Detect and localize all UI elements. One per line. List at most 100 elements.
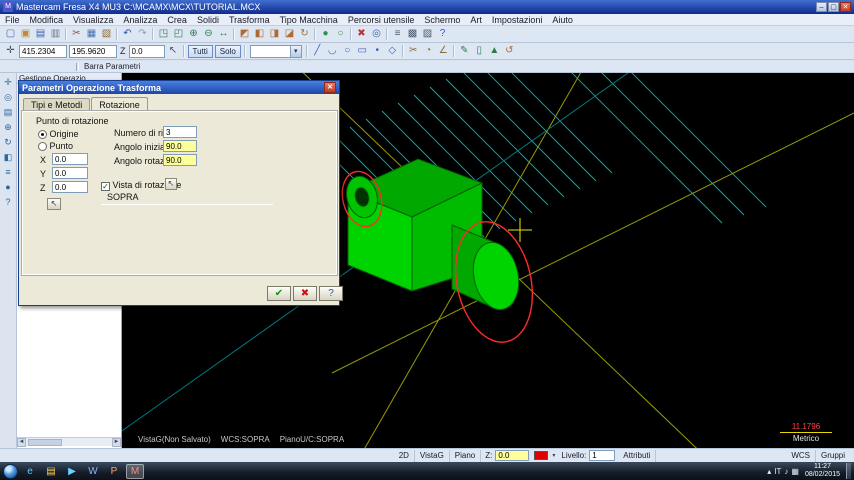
paste-icon[interactable]: ▧ bbox=[99, 27, 114, 41]
menu-item[interactable]: Aiuto bbox=[547, 14, 578, 26]
tray-volume-icon[interactable]: ♪ bbox=[784, 467, 788, 476]
rotate-view-icon[interactable]: ↻ bbox=[297, 27, 312, 41]
color-swatch[interactable] bbox=[534, 451, 549, 460]
repeat-count-input[interactable] bbox=[163, 126, 197, 138]
wcs-button[interactable]: WCS bbox=[786, 449, 816, 462]
select-all-button[interactable]: Tutti bbox=[187, 44, 213, 58]
dialog-title-bar[interactable]: Parametri Operazione Trasforma ✕ bbox=[19, 81, 339, 94]
arc-icon[interactable]: ◡ bbox=[325, 44, 340, 58]
views-strip-icon[interactable]: ◧ bbox=[2, 151, 15, 163]
x-input[interactable] bbox=[52, 153, 88, 165]
new-file-icon[interactable]: ▢ bbox=[3, 27, 18, 41]
gview-front-icon[interactable]: ◨ bbox=[267, 27, 282, 41]
menu-item[interactable]: Trasforma bbox=[224, 14, 275, 26]
grid-icon[interactable]: ▩ bbox=[405, 27, 420, 41]
taskbar-powerpoint-icon[interactable]: P bbox=[105, 464, 123, 479]
plane-button[interactable]: Piano bbox=[450, 449, 482, 462]
print-icon[interactable]: ▥ bbox=[48, 27, 63, 41]
menu-item[interactable]: Art bbox=[465, 14, 487, 26]
gview-side-icon[interactable]: ◪ bbox=[282, 27, 297, 41]
menu-item[interactable]: Crea bbox=[162, 14, 192, 26]
tab-rotation[interactable]: Rotazione bbox=[91, 97, 148, 111]
levels-icon[interactable]: ≡ bbox=[390, 27, 405, 41]
tray-expand-icon[interactable]: ▴ bbox=[767, 467, 771, 476]
help-button[interactable]: ? bbox=[319, 286, 343, 301]
help-strip-icon[interactable]: ? bbox=[2, 196, 15, 208]
file-strip-icon[interactable]: ▤ bbox=[2, 106, 15, 118]
polygon-icon[interactable]: ◇ bbox=[385, 44, 400, 58]
toolbar-grip[interactable] bbox=[76, 63, 79, 71]
z-depth-input[interactable] bbox=[495, 450, 530, 461]
y-input[interactable] bbox=[52, 167, 88, 179]
taskbar-media-icon[interactable]: ▶ bbox=[63, 464, 81, 479]
chamfer-icon[interactable]: ∠ bbox=[436, 44, 451, 58]
redo-icon[interactable]: ↷ bbox=[135, 27, 150, 41]
taskbar-mastercam-icon[interactable]: M bbox=[126, 463, 144, 479]
menu-item[interactable]: Modifica bbox=[25, 14, 69, 26]
taskbar-word-icon[interactable]: W bbox=[84, 464, 102, 479]
gui-select-icon[interactable]: ↖ bbox=[166, 44, 181, 58]
menu-item[interactable]: Impostazioni bbox=[487, 14, 548, 26]
circle-icon[interactable]: ○ bbox=[340, 44, 355, 58]
select-only-button[interactable]: Solo bbox=[214, 44, 241, 58]
groups-button[interactable]: Gruppi bbox=[816, 450, 850, 462]
save-icon[interactable]: ▤ bbox=[33, 27, 48, 41]
pan-icon[interactable]: ↔ bbox=[216, 27, 231, 41]
language-indicator[interactable]: IT bbox=[774, 467, 781, 476]
sketch-icon[interactable]: ✎ bbox=[457, 44, 472, 58]
menu-item[interactable]: Schermo bbox=[419, 14, 465, 26]
close-button[interactable]: ✕ bbox=[840, 2, 851, 12]
delete-icon[interactable]: ✖ bbox=[354, 27, 369, 41]
mru-functions-icon[interactable]: ✛ bbox=[2, 76, 15, 88]
x-coordinate-input[interactable] bbox=[19, 44, 67, 58]
attributes-button[interactable]: Attributi bbox=[618, 449, 657, 462]
trim-icon[interactable]: ✂ bbox=[406, 44, 421, 58]
select-point-button[interactable]: ↖ bbox=[47, 198, 61, 210]
gview-button[interactable]: VistaG bbox=[415, 449, 450, 462]
repaint-icon[interactable]: ↻ bbox=[2, 136, 15, 148]
gview-top-icon[interactable]: ◧ bbox=[252, 27, 267, 41]
wireframe-icon[interactable]: ○ bbox=[333, 27, 348, 41]
scroll-left-icon[interactable]: ◄ bbox=[17, 437, 26, 447]
radio-origin[interactable]: Origine bbox=[38, 129, 79, 139]
start-angle-input[interactable] bbox=[163, 140, 197, 152]
solids-icon[interactable]: ▲ bbox=[487, 44, 502, 58]
menu-item[interactable]: File bbox=[0, 14, 25, 26]
taskbar-ie-icon[interactable]: e bbox=[21, 464, 39, 479]
zoom-window-icon[interactable]: ◰ bbox=[171, 27, 186, 41]
tray-network-icon[interactable]: ▦ bbox=[791, 467, 799, 476]
levels-strip-icon[interactable]: ≡ bbox=[2, 166, 15, 178]
line-icon[interactable]: ╱ bbox=[310, 44, 325, 58]
checkbox-checked-icon[interactable]: ✓ bbox=[101, 182, 110, 191]
fillet-icon[interactable]: ◔ bbox=[421, 44, 436, 58]
tab-types-methods[interactable]: Tipi e Metodi bbox=[23, 98, 91, 112]
clock[interactable]: 11:27 08/02/2015 bbox=[802, 463, 843, 479]
selection-combo[interactable]: ▾ bbox=[249, 44, 302, 58]
ok-button[interactable]: ✔ bbox=[267, 286, 291, 301]
taskbar-explorer-icon[interactable]: ▤ bbox=[42, 464, 60, 479]
surface-icon[interactable]: ▯ bbox=[472, 44, 487, 58]
analyze-icon[interactable]: ◎ bbox=[369, 27, 384, 41]
attributes-icon[interactable]: ▨ bbox=[420, 27, 435, 41]
z-coordinate-input[interactable] bbox=[128, 44, 165, 58]
minimize-button[interactable]: – bbox=[816, 2, 827, 12]
scrollbar-thumb[interactable] bbox=[28, 438, 62, 446]
analyze-point-icon[interactable]: ◎ bbox=[2, 91, 15, 103]
cancel-button[interactable]: ✖ bbox=[293, 286, 317, 301]
help-icon[interactable]: ? bbox=[435, 27, 450, 41]
autocursor-icon[interactable]: ✛ bbox=[3, 44, 18, 58]
point-icon[interactable]: • bbox=[370, 44, 385, 58]
maximize-button[interactable]: ▢ bbox=[828, 2, 839, 12]
copy-icon[interactable]: ▦ bbox=[84, 27, 99, 41]
open-folder-icon[interactable]: ▣ bbox=[18, 27, 33, 41]
shading-icon[interactable]: ● bbox=[318, 27, 333, 41]
transform-icon[interactable]: ↺ bbox=[502, 44, 517, 58]
rectangle-icon[interactable]: ▭ bbox=[355, 44, 370, 58]
select-view-button[interactable]: ↖ bbox=[165, 178, 177, 190]
z-input[interactable] bbox=[52, 181, 88, 193]
radio-origin-icon[interactable] bbox=[38, 130, 47, 139]
menu-item[interactable]: Percorsi utensile bbox=[343, 14, 420, 26]
scroll-right-icon[interactable]: ► bbox=[112, 437, 121, 447]
horizontal-scrollbar[interactable]: ◄ ► bbox=[17, 437, 121, 447]
y-coordinate-input[interactable] bbox=[69, 44, 117, 58]
